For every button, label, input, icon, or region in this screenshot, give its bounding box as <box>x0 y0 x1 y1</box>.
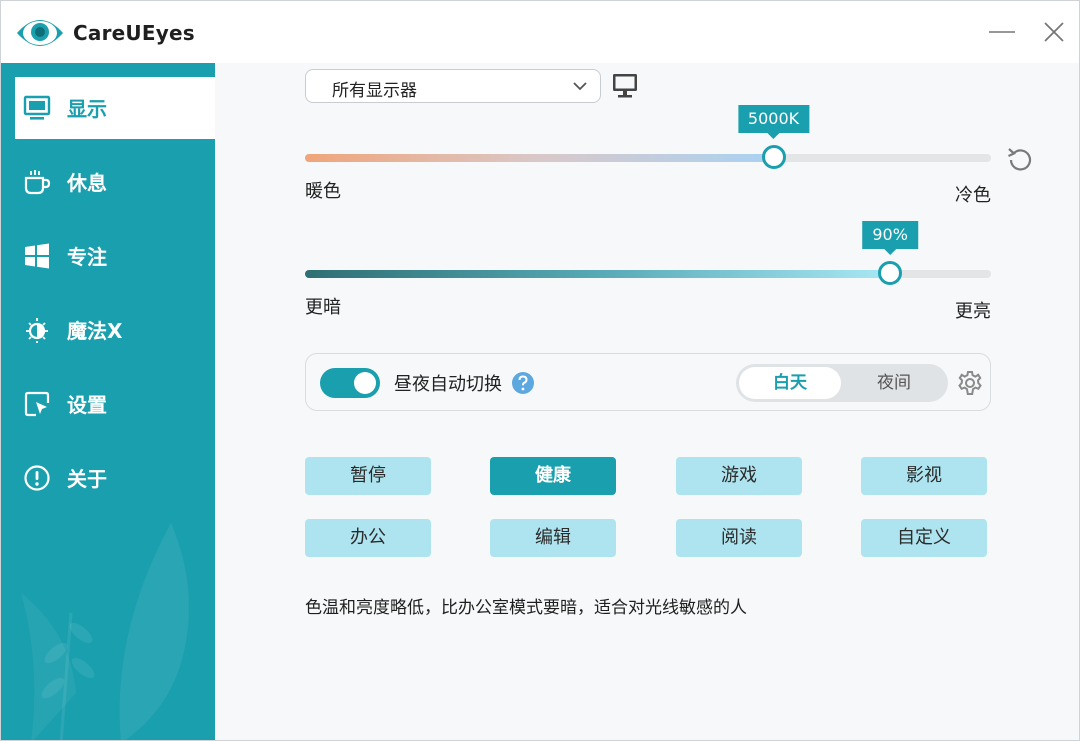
monitor-select[interactable]: 所有显示器 <box>305 69 601 103</box>
mode-button-custom[interactable]: 自定义 <box>861 519 987 557</box>
brightness-slider-fill <box>305 270 891 278</box>
title-bar: CareUEyes <box>1 1 1079 63</box>
cool-label: 冷色 <box>955 185 991 206</box>
sidebar-item-display[interactable]: 显示 <box>15 77 215 139</box>
reset-icon[interactable] <box>1005 145 1035 175</box>
display-panel: 所有显示器 5000K 暖色 冷色 90% 更暗 更亮 昼夜自动切换 白天 夜间… <box>215 63 1079 740</box>
monitor-icon <box>23 95 51 120</box>
brighter-label: 更亮 <box>955 301 991 322</box>
toggle-knob <box>354 372 376 394</box>
brightness-slider-thumb[interactable] <box>878 261 903 285</box>
warm-label: 暖色 <box>305 181 341 202</box>
app-title: CareUEyes <box>73 21 195 45</box>
auto-switch-panel: 昼夜自动切换 白天 夜间 <box>305 353 991 411</box>
sidebar-item-label: 魔法X <box>67 319 123 343</box>
minimize-icon[interactable] <box>985 15 1019 49</box>
mode-button-health[interactable]: 健康 <box>490 457 616 495</box>
close-icon[interactable] <box>1037 15 1071 49</box>
mode-description: 色温和亮度略低，比办公室模式要暗，适合对光线敏感的人 <box>305 598 747 618</box>
chevron-down-icon <box>573 82 587 91</box>
darker-label: 更暗 <box>305 297 341 318</box>
monitor-config-icon[interactable] <box>611 72 639 100</box>
sidebar-item-magicx[interactable]: 魔法X <box>15 299 215 361</box>
cursor-window-icon <box>24 391 50 417</box>
brightness-value-tooltip: 90% <box>862 221 918 255</box>
app-window: CareUEyes 显示 休息 专注 魔法X 设置 关于 所有显示器 5000K… <box>0 0 1080 741</box>
monitor-select-value: 所有显示器 <box>332 81 417 101</box>
sidebar-item-label: 关于 <box>67 467 107 491</box>
coffee-cup-icon <box>24 170 51 195</box>
mode-button-office[interactable]: 办公 <box>305 519 431 557</box>
night-option[interactable]: 夜间 <box>843 367 945 399</box>
sun-moon-icon <box>26 318 48 343</box>
auto-switch-toggle[interactable] <box>320 368 380 398</box>
sidebar-item-rest[interactable]: 休息 <box>15 151 215 213</box>
sidebar-item-label: 专注 <box>67 245 107 269</box>
day-night-segmented: 白天 夜间 <box>736 364 948 402</box>
day-option[interactable]: 白天 <box>739 367 841 399</box>
temperature-slider[interactable]: 5000K <box>305 105 991 173</box>
sidebar-item-settings[interactable]: 设置 <box>15 373 215 435</box>
sidebar-item-about[interactable]: 关于 <box>15 447 215 509</box>
sidebar-item-label: 休息 <box>67 171 107 195</box>
sidebar-item-label: 设置 <box>67 393 107 417</box>
info-exclamation-icon <box>24 465 50 491</box>
windows-grid-icon <box>25 243 49 269</box>
auto-switch-label: 昼夜自动切换 <box>394 374 502 395</box>
mode-button-read[interactable]: 阅读 <box>676 519 802 557</box>
sidebar-item-label: 显示 <box>67 97 107 121</box>
temperature-value-tooltip: 5000K <box>737 105 810 139</box>
mode-button-movie[interactable]: 影视 <box>861 457 987 495</box>
sidebar-item-focus[interactable]: 专注 <box>15 225 215 287</box>
temperature-slider-fill <box>305 154 774 162</box>
brightness-slider[interactable]: 90% <box>305 221 991 289</box>
sidebar: 显示 休息 专注 魔法X 设置 关于 <box>1 63 215 740</box>
mode-button-game[interactable]: 游戏 <box>676 457 802 495</box>
mode-button-pause[interactable]: 暂停 <box>305 457 431 495</box>
temperature-slider-thumb[interactable] <box>761 145 786 169</box>
eye-logo-icon <box>17 20 63 46</box>
mode-button-edit[interactable]: 编辑 <box>490 519 616 557</box>
gear-icon[interactable] <box>956 369 984 397</box>
help-icon[interactable] <box>511 371 535 395</box>
